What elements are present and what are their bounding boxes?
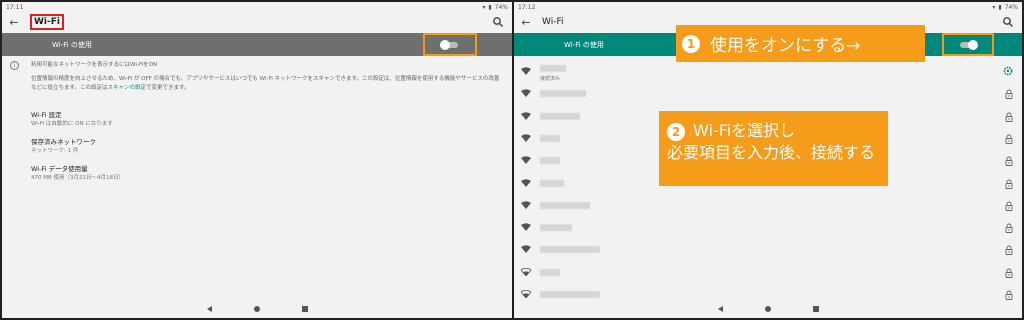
wifi-toggle-row[interactable]: Wi-Fi の使用 bbox=[2, 33, 512, 56]
connected-status: 接続済み bbox=[540, 76, 561, 82]
pref-saved-networks[interactable]: 保存済みネットワーク ネットワーク: 1 件 bbox=[2, 133, 512, 160]
nav-home-icon[interactable] bbox=[253, 306, 260, 312]
lock-icon bbox=[1005, 223, 1013, 234]
network-name-blurred bbox=[540, 112, 580, 120]
wifi-signal-icon bbox=[521, 290, 531, 298]
info-icon: i bbox=[10, 61, 19, 70]
nav-recents-icon[interactable] bbox=[301, 306, 308, 312]
network-name-blurred bbox=[540, 224, 572, 232]
wifi-signal-icon bbox=[521, 267, 531, 276]
back-arrow-icon[interactable]: ← bbox=[520, 16, 532, 29]
gear-icon[interactable] bbox=[1003, 66, 1013, 76]
network-name-blurred bbox=[540, 65, 566, 72]
battery-level: 74% bbox=[1004, 3, 1018, 11]
lock-icon bbox=[1005, 268, 1013, 278]
nav-bar bbox=[2, 300, 512, 318]
page-title: Wi-Fi bbox=[542, 17, 564, 27]
network-name-blurred bbox=[540, 179, 564, 187]
lock-icon bbox=[1005, 179, 1013, 189]
status-bar: 17:11 ▾ ▮ 74% bbox=[2, 2, 512, 11]
step-1-text: 使用をオンにする→ bbox=[710, 36, 861, 56]
network-name-blurred bbox=[540, 201, 590, 209]
lock-icon bbox=[1005, 112, 1013, 122]
nav-bar bbox=[514, 300, 1022, 318]
wifi-toggle-label: Wi-Fi の使用 bbox=[564, 40, 604, 49]
info-line-1: 利用可能なネットワークを表示するにはWi-FiをON bbox=[31, 62, 158, 68]
step-2-number: 2 bbox=[667, 123, 685, 141]
network-name-blurred bbox=[540, 157, 560, 165]
battery-icon: ▮ bbox=[488, 3, 492, 11]
step-1-number: 1 bbox=[682, 34, 700, 53]
wifi-settings-off-panel: 17:11 ▾ ▮ 74% ← Wi-Fi Wi-Fi の使用 i 利用可能なネ… bbox=[2, 2, 512, 318]
wifi-signal-icon bbox=[521, 156, 531, 165]
wifi-signal-icon bbox=[521, 223, 531, 232]
network-name-blurred bbox=[540, 246, 600, 254]
nav-back-icon[interactable] bbox=[717, 306, 723, 312]
network-name-blurred bbox=[540, 268, 560, 276]
step-2-callout: 2 Wi-Fiを選択し 必要項目を入力後、接続する bbox=[659, 111, 888, 186]
wifi-info-row: i 利用可能なネットワークを表示するにはWi-FiをON 位置情報の精度を向上さ… bbox=[2, 56, 512, 100]
page-title: Wi-Fi bbox=[30, 14, 64, 30]
info-line-2: 位置情報の精度を向上させるため、Wi-Fi が OFF の場合でも、アプリやサー… bbox=[31, 76, 500, 91]
wifi-signal-icon bbox=[521, 201, 531, 209]
network-row[interactable] bbox=[514, 217, 1022, 239]
pref-wifi-settings[interactable]: Wi-Fi 設定 Wi-Fi は自動的に ON になります bbox=[2, 106, 512, 133]
wifi-signal-icon bbox=[521, 89, 531, 98]
step-2-line-2: 必要項目を入力後、接続する bbox=[667, 143, 876, 162]
lock-icon bbox=[1005, 201, 1013, 211]
wifi-signal-icon bbox=[521, 178, 531, 187]
network-row[interactable]: 接続済み bbox=[514, 61, 1022, 83]
lock-icon bbox=[1005, 290, 1013, 300]
status-bar: 17:12 ▾ ▮ 74% bbox=[514, 2, 1022, 11]
wifi-signal-icon bbox=[521, 134, 531, 142]
wifi-status-icon: ▾ bbox=[992, 3, 996, 11]
network-row[interactable] bbox=[514, 239, 1022, 261]
nav-recents-icon[interactable] bbox=[812, 306, 819, 312]
wifi-signal-icon bbox=[521, 111, 531, 120]
lock-icon bbox=[1005, 134, 1013, 144]
network-name-blurred bbox=[540, 291, 600, 298]
wifi-toggle-switch[interactable] bbox=[960, 39, 978, 50]
back-arrow-icon[interactable]: ← bbox=[8, 16, 20, 29]
network-name-blurred bbox=[540, 90, 586, 98]
battery-level: 74% bbox=[494, 3, 508, 11]
screenshot-frame: 17:11 ▾ ▮ 74% ← Wi-Fi Wi-Fi の使用 i 利用可能なネ… bbox=[2, 2, 1022, 318]
nav-back-icon[interactable] bbox=[206, 306, 212, 312]
toggle-highlight-box bbox=[942, 33, 994, 56]
search-icon[interactable] bbox=[492, 16, 504, 28]
wifi-signal-icon bbox=[521, 67, 531, 75]
wifi-signal-icon bbox=[521, 245, 531, 254]
step-1-callout: 1 使用をオンにする→ bbox=[676, 25, 925, 62]
network-row[interactable] bbox=[514, 195, 1022, 217]
status-time: 17:12 bbox=[518, 3, 536, 11]
wifi-toggle-switch[interactable] bbox=[440, 39, 458, 50]
toggle-highlight-box bbox=[423, 33, 477, 56]
wifi-toggle-label: Wi-Fi の使用 bbox=[52, 40, 92, 49]
battery-icon: ▮ bbox=[998, 3, 1002, 11]
network-row[interactable] bbox=[514, 262, 1022, 284]
network-name-blurred bbox=[540, 134, 560, 142]
status-time: 17:11 bbox=[6, 3, 24, 11]
lock-icon bbox=[1005, 156, 1013, 167]
scan-settings-link[interactable]: スキャンの設定 bbox=[107, 85, 146, 91]
wifi-settings-on-panel: 17:12 ▾ ▮ 74% ← Wi-Fi Wi-Fi の使用 接続済み 1 使… bbox=[514, 2, 1022, 318]
app-bar: ← Wi-Fi bbox=[2, 11, 512, 33]
lock-icon bbox=[1005, 89, 1013, 100]
search-icon[interactable] bbox=[1002, 16, 1014, 28]
network-row[interactable] bbox=[514, 83, 1022, 105]
lock-icon bbox=[1005, 245, 1013, 256]
nav-home-icon[interactable] bbox=[764, 306, 771, 312]
wifi-status-icon: ▾ bbox=[482, 3, 486, 11]
step-2-line-1: Wi-Fiを選択し bbox=[693, 121, 796, 140]
pref-wifi-data-usage[interactable]: Wi-Fi データ使用量 470 MB 使用（3月21日～4月18日） bbox=[2, 160, 512, 187]
